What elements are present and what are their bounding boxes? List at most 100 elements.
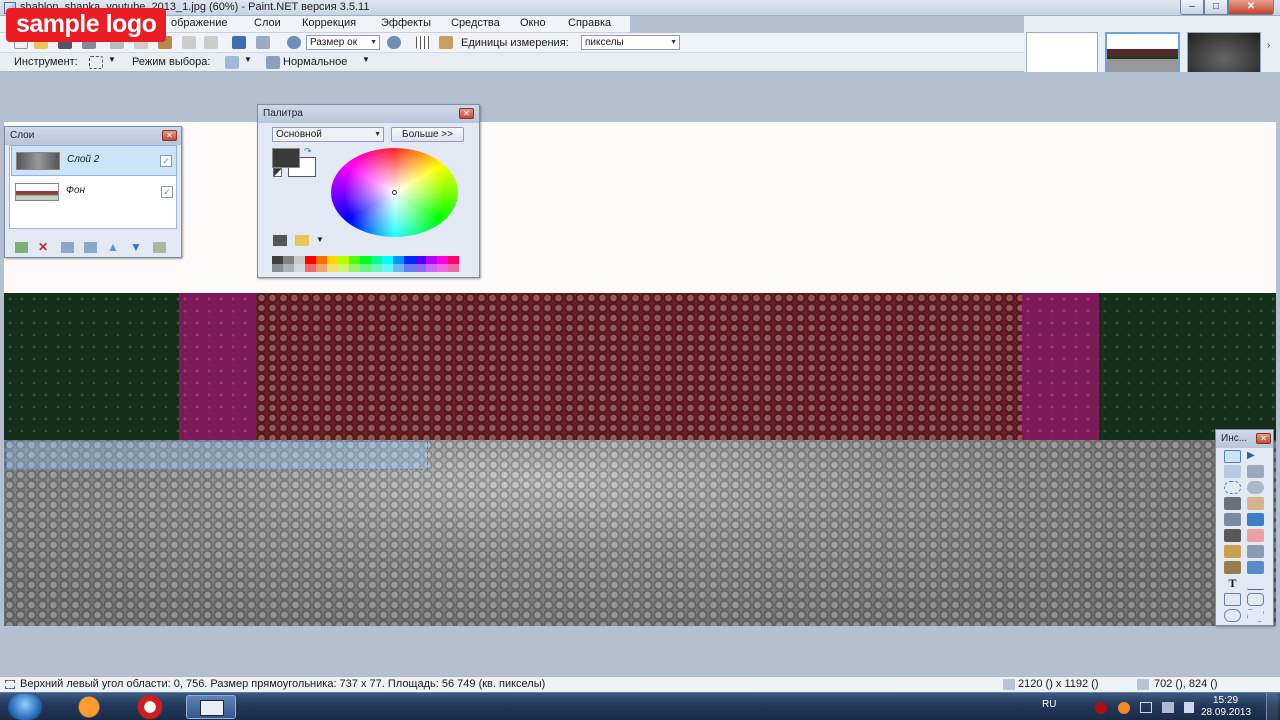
palette-swatch[interactable]: [327, 256, 338, 264]
palette-swatch-light[interactable]: [349, 264, 360, 272]
units-combo[interactable]: пикселы ▼: [581, 35, 680, 50]
palette-swatch-light[interactable]: [327, 264, 338, 272]
swap-colors-icon[interactable]: ↷: [304, 146, 312, 157]
duplicate-layer-icon[interactable]: [61, 242, 74, 253]
move-layer-up-icon[interactable]: ▲: [107, 241, 120, 253]
zoom-out-icon[interactable]: [287, 36, 301, 49]
layer-item[interactable]: Слой 2 ✓: [11, 145, 177, 176]
palette-swatch[interactable]: [382, 256, 393, 264]
clock-date[interactable]: 28.09.2013: [1201, 707, 1251, 718]
palette-swatch[interactable]: [349, 256, 360, 264]
palette-swatch-light[interactable]: [371, 264, 382, 272]
freeform-shape-tool[interactable]: [1247, 609, 1264, 622]
palette-swatch[interactable]: [360, 256, 371, 264]
tray-volume-icon[interactable]: [1184, 702, 1194, 713]
menu-layers[interactable]: Слои: [250, 17, 285, 29]
palette-swatch[interactable]: [316, 256, 327, 264]
scroll-right-icon[interactable]: ›: [1267, 40, 1277, 52]
menu-effects[interactable]: Эффекты: [377, 17, 435, 29]
start-button[interactable]: [8, 694, 42, 720]
palette-swatch[interactable]: [338, 256, 349, 264]
palette-folder-icon[interactable]: [295, 235, 309, 246]
palette-swatch[interactable]: [305, 256, 316, 264]
palette-swatch-light[interactable]: [448, 264, 459, 272]
add-layer-icon[interactable]: [15, 242, 28, 253]
rectangle-select-icon[interactable]: [89, 56, 103, 69]
zoom-combo[interactable]: Размер ок ▼: [306, 35, 380, 50]
ellipse-tool[interactable]: [1224, 609, 1241, 622]
chevron-down-icon[interactable]: ▼: [316, 235, 324, 244]
redo-icon[interactable]: [256, 36, 270, 49]
taskbar-opera-icon[interactable]: [125, 695, 175, 719]
palette-swatch-light[interactable]: [404, 264, 415, 272]
palette-swatch-light[interactable]: [360, 264, 371, 272]
palette-swatch-light[interactable]: [305, 264, 316, 272]
paint-bucket-tool[interactable]: [1224, 513, 1241, 526]
recolor-tool[interactable]: [1247, 561, 1264, 574]
chevron-down-icon[interactable]: ▼: [108, 55, 116, 64]
palette-swatch[interactable]: [272, 256, 283, 264]
chevron-down-icon[interactable]: ▼: [362, 55, 370, 64]
rounded-rectangle-tool[interactable]: [1247, 593, 1264, 606]
palette-add-icon[interactable]: [273, 235, 287, 246]
pan-tool[interactable]: [1247, 497, 1264, 510]
eraser-tool[interactable]: [1247, 529, 1264, 542]
palette-swatch-light[interactable]: [316, 264, 327, 272]
lasso-tool[interactable]: [1224, 465, 1241, 478]
primary-color-swatch[interactable]: [272, 148, 300, 168]
palette-swatch-light[interactable]: [382, 264, 393, 272]
move-layer-down-icon[interactable]: ▼: [130, 241, 143, 253]
language-indicator[interactable]: RU: [1042, 699, 1056, 710]
selection-mode-icon[interactable]: [225, 56, 239, 69]
tray-record-icon[interactable]: [1095, 702, 1107, 714]
palette-swatch[interactable]: [371, 256, 382, 264]
palette-swatch[interactable]: [294, 256, 305, 264]
ruler-icon[interactable]: [439, 36, 453, 49]
palette-swatch[interactable]: [283, 256, 294, 264]
palette-swatch[interactable]: [404, 256, 415, 264]
chevron-down-icon[interactable]: ▼: [244, 55, 252, 64]
palette-swatch[interactable]: [415, 256, 426, 264]
maximize-button[interactable]: □: [1204, 0, 1228, 15]
move-selection-tool[interactable]: ▶: [1247, 450, 1264, 463]
taskbar-avast-icon[interactable]: [64, 695, 114, 719]
show-desktop-button[interactable]: [1266, 693, 1278, 720]
pencil-tool[interactable]: [1224, 545, 1241, 558]
delete-layer-icon[interactable]: ✕: [38, 241, 51, 253]
palette-swatch-light[interactable]: [393, 264, 404, 272]
blend-mode-value[interactable]: Нормальное: [283, 56, 347, 68]
palette-swatch-light[interactable]: [272, 264, 283, 272]
selection-rectangle[interactable]: [6, 441, 428, 470]
palette-swatch[interactable]: [426, 256, 437, 264]
palette-swatch-light[interactable]: [437, 264, 448, 272]
magic-wand-tool[interactable]: [1224, 497, 1241, 510]
menu-help[interactable]: Справка: [564, 17, 615, 29]
tray-flag-icon[interactable]: [1162, 702, 1174, 713]
blend-mode-icon[interactable]: [266, 56, 280, 69]
layer-properties-icon[interactable]: [153, 242, 166, 253]
move-selection-outline-tool[interactable]: [1247, 465, 1264, 478]
more-button[interactable]: Больше >>: [391, 127, 464, 142]
line-tool[interactable]: [1247, 577, 1264, 590]
grid-icon[interactable]: [416, 36, 430, 49]
merge-layer-icon[interactable]: [84, 242, 97, 253]
text-tool[interactable]: T: [1224, 577, 1241, 590]
close-button[interactable]: ✕: [1228, 0, 1274, 15]
layer-visibility-checkbox[interactable]: ✓: [160, 155, 172, 167]
palette-swatch[interactable]: [393, 256, 404, 264]
paintbrush-tool[interactable]: [1224, 529, 1241, 542]
reset-colors-icon[interactable]: [273, 168, 282, 177]
clock-time[interactable]: 15:29: [1213, 695, 1238, 706]
zoom-in-icon[interactable]: [387, 36, 401, 49]
layer-visibility-checkbox[interactable]: ✓: [161, 186, 173, 198]
rectangle-tool[interactable]: [1224, 593, 1241, 606]
minimize-button[interactable]: –: [1180, 0, 1204, 15]
palette-swatch-light[interactable]: [294, 264, 305, 272]
menu-image[interactable]: ображение: [167, 17, 231, 29]
deselect-icon[interactable]: [204, 36, 218, 49]
ellipse-select-tool[interactable]: [1224, 481, 1241, 494]
palette-swatch-light[interactable]: [415, 264, 426, 272]
palette-swatch-light[interactable]: [338, 264, 349, 272]
layer-item[interactable]: Фон ✓: [11, 177, 177, 208]
menu-adjustments[interactable]: Коррекция: [298, 17, 360, 29]
